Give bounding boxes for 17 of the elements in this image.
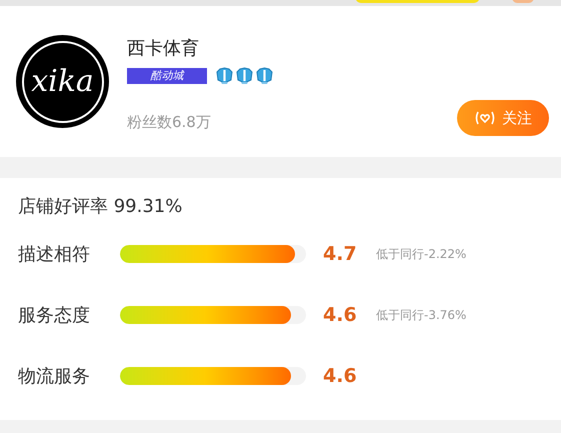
rating-summary: 店铺好评率 99.31% [18,195,184,219]
crown-icon [215,66,234,85]
shop-badge: 酷动城 [127,68,207,84]
follow-button[interactable]: 关注 [457,100,549,136]
comparison-text: 低于同行-3.76% [376,307,466,324]
fans-count: 粉丝数6.8万 [127,112,212,133]
rating-score: 4.6 [323,302,358,328]
crown-icon [235,66,254,85]
shop-name: 西卡体育 [127,38,200,60]
rating-label: 服务态度 [18,304,91,328]
rating-label: 描述相符 [18,242,91,266]
rating-label: 物流服务 [18,364,91,388]
rating-score: 4.6 [323,364,358,389]
crown-icon [255,66,274,85]
heart-signal-icon [474,109,496,127]
rating-score: 4.7 [323,242,358,267]
comparison-text: 低于同行-2.22% [376,246,466,263]
